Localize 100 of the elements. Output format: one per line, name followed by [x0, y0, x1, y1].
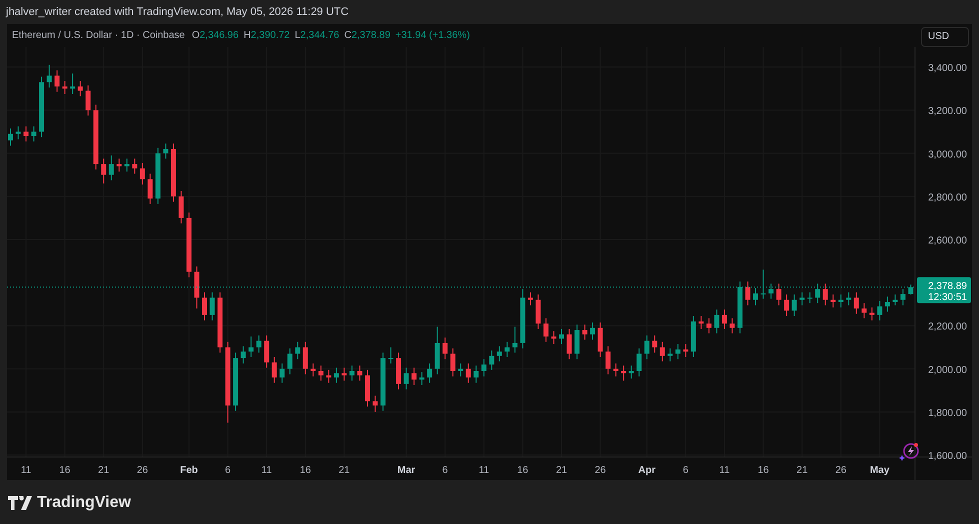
candlestick [404, 367, 409, 390]
candlestick [582, 324, 588, 340]
date-axis-label: 11 [20, 465, 32, 476]
candlestick [854, 292, 859, 314]
candlestick [318, 365, 324, 382]
date-axis-label: 6 [225, 465, 231, 476]
candlestick [551, 330, 556, 345]
date-axis-label: 16 [758, 465, 769, 476]
candlestick [427, 362, 432, 384]
logo-icon [8, 496, 32, 510]
date-axis-label: Mar [397, 465, 416, 476]
date-axis-label: Feb [180, 465, 198, 476]
candlestick [256, 334, 262, 354]
candlestick [628, 365, 634, 380]
candlestick [78, 80, 83, 97]
brand-name: TradingView [37, 494, 131, 512]
currency-button[interactable]: USD [921, 26, 969, 46]
candlestick [884, 296, 890, 312]
lightning-icon[interactable] [899, 443, 919, 461]
candlestick [815, 283, 820, 304]
candlestick [559, 328, 564, 345]
candlestick [668, 348, 673, 362]
price-axis-label: 2,600.00 [928, 236, 967, 246]
date-axis-label: May [870, 465, 890, 476]
candlestick [652, 334, 658, 354]
date-axis-label: 26 [594, 465, 606, 476]
candlestick [512, 326, 518, 354]
candlestick [908, 284, 914, 296]
candlestick [528, 292, 533, 306]
candlestick [792, 294, 797, 317]
candlestick [170, 143, 176, 202]
candlestick [496, 346, 502, 362]
candlestick [900, 288, 906, 306]
candlestick [218, 292, 223, 354]
candlestick [690, 316, 696, 358]
ohlc-label: O [192, 30, 200, 41]
candlestick [450, 348, 456, 377]
candlestick [675, 344, 680, 360]
candlestick [730, 318, 735, 334]
candlestick [248, 336, 254, 358]
candlestick [396, 352, 402, 390]
price-axis-label: 2,000.00 [928, 364, 967, 376]
candlestick [54, 70, 60, 92]
candlestick [295, 341, 300, 360]
price-axis-label: 1,600.00 [928, 451, 967, 462]
candlestick [846, 292, 852, 306]
ohlc-value: 2,346.96 [200, 30, 239, 41]
candlestick [140, 162, 145, 186]
candlestick [186, 212, 192, 278]
ohlc-value: 2,390.72 [250, 30, 290, 41]
candlestick [388, 346, 394, 364]
candlestick [46, 64, 52, 88]
candlestick [877, 300, 882, 321]
candlestick [349, 365, 354, 382]
candlestick [357, 365, 362, 382]
candlestick [466, 362, 471, 384]
candlestick [434, 326, 440, 375]
countdown-timer: 12:30:51 [928, 292, 967, 304]
candlestick [412, 367, 417, 386]
candlestick [264, 334, 270, 368]
candlestick [892, 294, 898, 306]
candlestick [178, 190, 184, 224]
price-axis-label: 3,000.00 [928, 149, 967, 160]
ohlc-label: H [244, 30, 251, 41]
date-axis-label: 16 [59, 465, 70, 476]
candlestick [768, 283, 774, 300]
candlestick [830, 294, 836, 308]
candlestick [240, 346, 246, 364]
candlestick [566, 328, 572, 360]
candlestick [39, 76, 44, 138]
candlestick [380, 352, 386, 412]
date-axis-label: 26 [835, 465, 846, 476]
candlestick [70, 73, 76, 94]
candlestick [419, 372, 424, 386]
date-axis-label: 16 [517, 465, 528, 476]
candlestick [613, 362, 618, 377]
candlestick [458, 362, 464, 377]
date-axis-label: 21 [338, 465, 350, 476]
candlestick [372, 395, 378, 412]
candlestick [163, 143, 168, 160]
candlestick [334, 367, 339, 384]
price-tag-background [917, 277, 971, 304]
candlestick [116, 158, 122, 172]
candlestick [760, 269, 766, 300]
price-axis-label: 2,200.00 [928, 322, 967, 333]
candlestick [310, 362, 316, 377]
candlestick [807, 292, 812, 304]
candlestick [660, 341, 665, 362]
candlestick [800, 292, 805, 306]
candlestick [822, 283, 828, 306]
ohlc-label: C [344, 30, 352, 41]
date-axis-label: 21 [796, 465, 808, 476]
date-axis-label: 11 [478, 465, 490, 476]
candlestick [155, 147, 160, 204]
candlestick [16, 126, 21, 140]
candlestick [31, 126, 36, 142]
candlestick [233, 352, 238, 412]
candlestick [621, 365, 626, 382]
candlestick [683, 344, 688, 358]
candlestick [536, 294, 541, 330]
